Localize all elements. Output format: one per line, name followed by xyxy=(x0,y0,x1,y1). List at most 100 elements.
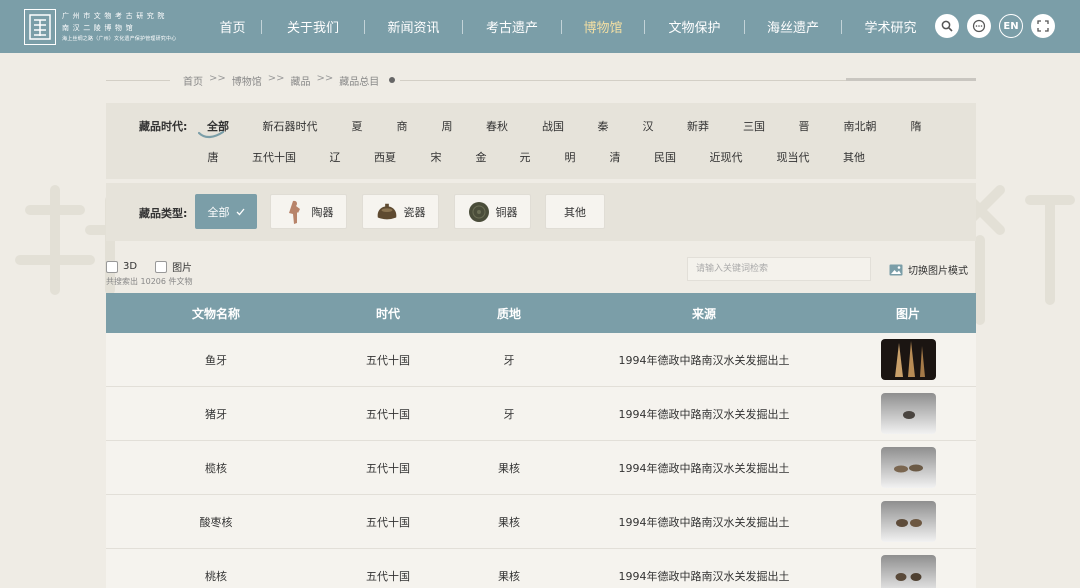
fish-teeth-thumbnail[interactable] xyxy=(880,339,936,380)
nav-archaeology[interactable]: 考古遗产 xyxy=(463,0,561,53)
keyword-search-input[interactable] xyxy=(687,257,871,281)
header-material: 质地 xyxy=(496,306,521,321)
nav-research[interactable]: 学术研究 xyxy=(842,0,939,53)
era-han[interactable]: 汉 xyxy=(643,118,654,134)
type-bronze-button[interactable]: 铜器 xyxy=(454,194,531,229)
era-contemporary[interactable]: 现当代 xyxy=(777,149,810,165)
chat-icon[interactable] xyxy=(967,14,991,38)
era-zhanguo[interactable]: 战国 xyxy=(542,118,564,134)
result-count: 共搜索出 10206 件文物 xyxy=(106,277,193,286)
checkbox-image[interactable]: 图片 xyxy=(155,259,192,274)
table-row[interactable]: 酸枣核 五代十国 果核 1994年德政中路南汉水关发掘出土 xyxy=(106,495,976,549)
breadcrumb-separator: >> xyxy=(267,73,285,84)
era-tang[interactable]: 唐 xyxy=(208,149,219,165)
type-all-button[interactable]: 全部 xyxy=(195,194,257,229)
breadcrumb: 首页 >> 博物馆 >> 藏品 >> 藏品总目 xyxy=(106,72,976,88)
type-pottery-button[interactable]: 陶器 xyxy=(270,194,347,229)
era-neolithic[interactable]: 新石器时代 xyxy=(263,118,318,134)
header-name: 文物名称 xyxy=(191,306,240,321)
breadcrumb-line xyxy=(400,80,846,81)
type-bronze-label: 铜器 xyxy=(495,205,518,219)
jujube-pits-thumbnail[interactable] xyxy=(880,501,936,542)
era-wudai[interactable]: 五代十国 xyxy=(252,149,296,165)
era-modern[interactable]: 近现代 xyxy=(710,149,743,165)
cell-material: 果核 xyxy=(498,515,520,529)
cell-era: 五代十国 xyxy=(366,407,410,421)
peach-pits-thumbnail[interactable] xyxy=(880,555,936,588)
type-porcelain-button[interactable]: 瓷器 xyxy=(362,194,439,229)
cell-image xyxy=(840,393,976,434)
checkbox-image-label: 图片 xyxy=(172,263,193,274)
logo-emblem-icon xyxy=(24,9,56,45)
nav-museum[interactable]: 博物馆 xyxy=(562,0,644,53)
era-xixia[interactable]: 西夏 xyxy=(374,149,396,165)
view-mode-toggle[interactable]: 切换图片模式 xyxy=(889,262,968,277)
language-toggle-button[interactable]: EN xyxy=(999,14,1023,38)
main-nav: 首页 关于我们 新闻资讯 考古遗产 博物馆 文物保护 海丝遗产 学术研究 xyxy=(204,0,939,53)
nav-about[interactable]: 关于我们 xyxy=(262,0,364,53)
era-zhou[interactable]: 周 xyxy=(442,118,453,134)
nav-news[interactable]: 新闻资讯 xyxy=(365,0,462,53)
breadcrumb-collection[interactable]: 藏品 xyxy=(291,73,311,88)
era-nanbeichao[interactable]: 南北朝 xyxy=(844,118,877,134)
collection-table: 文物名称 时代 质地 来源 图片 鱼牙 五代十国 牙 1994年德政中路南汉水关… xyxy=(106,293,976,588)
type-other-label: 其他 xyxy=(564,205,586,219)
era-qing[interactable]: 清 xyxy=(610,149,621,165)
fullscreen-icon[interactable] xyxy=(1031,14,1055,38)
breadcrumb-dot xyxy=(389,77,395,83)
cell-image xyxy=(840,447,976,488)
era-xia[interactable]: 夏 xyxy=(352,118,363,134)
table-row[interactable]: 榄核 五代十国 果核 1994年德政中路南汉水关发掘出土 xyxy=(106,441,976,495)
era-xinmang[interactable]: 新莽 xyxy=(687,118,709,134)
type-porcelain-label: 瓷器 xyxy=(403,205,426,219)
nav-silk-road[interactable]: 海丝遗产 xyxy=(745,0,841,53)
bronze-mirror-icon xyxy=(468,201,490,223)
era-shang[interactable]: 商 xyxy=(397,118,408,134)
era-sanguo[interactable]: 三国 xyxy=(743,118,765,134)
era-sui[interactable]: 隋 xyxy=(911,118,922,134)
logo-title-line1: 广州市文物考古研究院 xyxy=(62,12,168,20)
cell-material: 果核 xyxy=(498,569,520,583)
table-row[interactable]: 鱼牙 五代十国 牙 1994年德政中路南汉水关发掘出土 xyxy=(106,333,976,387)
cell-material: 牙 xyxy=(503,407,515,421)
checkbox-3d-box[interactable] xyxy=(106,260,118,273)
olive-pits-thumbnail[interactable] xyxy=(880,447,936,488)
search-icon[interactable] xyxy=(935,14,959,38)
cell-source: 1994年德政中路南汉水关发掘出土 xyxy=(618,461,790,475)
image-mode-icon xyxy=(889,264,903,275)
logo-title-line2: 南汉二陵博物馆 xyxy=(62,24,137,32)
breadcrumb-museum[interactable]: 博物馆 xyxy=(232,73,262,88)
breadcrumb-home[interactable]: 首页 xyxy=(183,73,203,88)
type-filter-panel: 藏品类型: 全部 陶器 瓷器 铜器 其他 xyxy=(106,183,976,241)
header-tools: EN xyxy=(935,14,1055,38)
checkbox-3d[interactable]: 3D xyxy=(106,260,137,273)
era-ming[interactable]: 明 xyxy=(565,149,576,165)
breadcrumb-bar xyxy=(846,78,976,81)
era-qin[interactable]: 秦 xyxy=(598,118,609,134)
table-row[interactable]: 猪牙 五代十国 牙 1994年德政中路南汉水关发掘出土 xyxy=(106,387,976,441)
era-chunqiu[interactable]: 春秋 xyxy=(486,118,508,134)
breadcrumb-separator: >> xyxy=(316,73,334,84)
nav-home[interactable]: 首页 xyxy=(204,0,261,53)
cell-material: 牙 xyxy=(503,353,515,367)
header-image: 图片 xyxy=(895,306,920,321)
breadcrumb-separator: >> xyxy=(209,73,226,84)
era-yuan[interactable]: 元 xyxy=(520,149,531,165)
type-other-button[interactable]: 其他 xyxy=(545,194,605,229)
table-row[interactable]: 桃核 五代十国 果核 1994年德政中路南汉水关发掘出土 xyxy=(106,549,976,588)
check-icon xyxy=(236,208,245,215)
header-era: 时代 xyxy=(375,306,400,321)
era-liao[interactable]: 辽 xyxy=(330,149,341,165)
era-jin-dynasty[interactable]: 金 xyxy=(476,149,487,165)
cell-source: 1994年德政中路南汉水关发掘出土 xyxy=(618,407,790,421)
era-song[interactable]: 宋 xyxy=(431,149,442,165)
site-logo[interactable]: 广州市文物考古研究院 南汉二陵博物馆 海上丝绸之路（广州）文化遗产保护管理研究中… xyxy=(24,8,204,46)
checkbox-image-box[interactable] xyxy=(155,260,168,273)
era-other[interactable]: 其他 xyxy=(843,149,865,165)
pig-tooth-thumbnail[interactable] xyxy=(880,393,936,434)
cell-era: 五代十国 xyxy=(366,461,410,475)
era-jin[interactable]: 晋 xyxy=(799,118,810,134)
cell-source: 1994年德政中路南汉水关发掘出土 xyxy=(618,353,790,367)
nav-conservation[interactable]: 文物保护 xyxy=(645,0,744,53)
era-minguo[interactable]: 民国 xyxy=(654,149,676,165)
